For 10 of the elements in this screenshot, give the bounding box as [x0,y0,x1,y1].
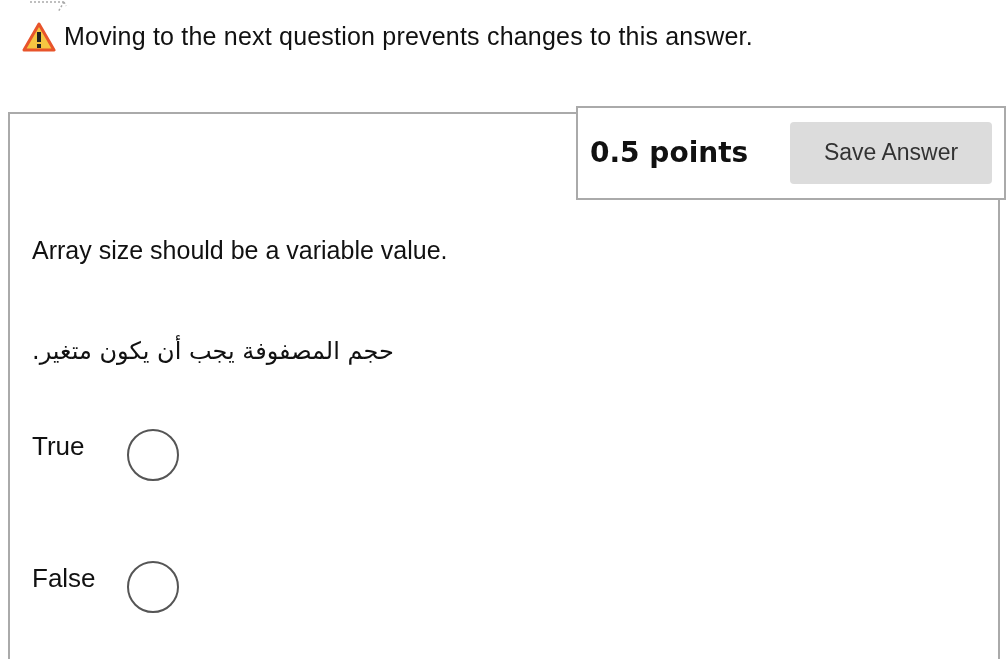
question-text-arabic: حجم المصفوفة يجب أن يكون متغير. [32,334,394,367]
radio-button[interactable] [127,561,179,613]
question-text: Array size should be a variable value. [32,234,449,266]
warning-icon [22,21,56,52]
warning-text: Moving to the next question prevents changes to this answer. [64,21,753,52]
option-label: False [32,561,97,595]
option-label: True [32,429,86,463]
save-answer-button[interactable]: Save Answer [790,121,992,184]
points-label: 0.5 points [590,134,749,171]
radio-button[interactable] [127,429,179,481]
